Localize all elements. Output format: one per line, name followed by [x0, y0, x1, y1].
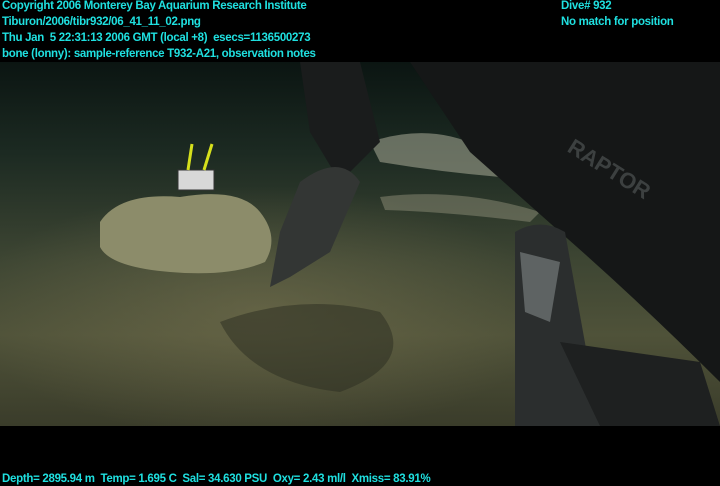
manipulator-arm	[300, 62, 380, 182]
dive-number: Dive# 932	[561, 0, 612, 12]
timestamp-line: Thu Jan 5 22:31:13 2006 GMT (local +8) e…	[2, 32, 311, 44]
marker-handle	[186, 143, 214, 171]
sample-marker	[177, 169, 215, 191]
metadata-top-left: Copyright 2006 Monterey Bay Aquarium Res…	[2, 0, 316, 62]
filename-line: Tiburon/2006/tibr932/06_41_11_02.png	[2, 16, 201, 28]
scene-illustration: RAPTOR	[100, 62, 720, 426]
position-status: No match for position	[561, 16, 674, 28]
annotation-line: bone (lonny): sample-reference T932-A21,…	[2, 48, 316, 60]
claw	[270, 167, 360, 287]
shadow	[220, 304, 394, 392]
copyright-line: Copyright 2006 Monterey Bay Aquarium Res…	[2, 0, 307, 12]
sediment-streak	[380, 194, 540, 222]
video-frame: RAPTOR Copyright 2006 Monterey Bay Aquar…	[0, 0, 720, 486]
seafloor-image: RAPTOR	[0, 62, 720, 426]
sensor-readout: Depth= 2895.94 m Temp= 1.695 C Sal= 34.6…	[2, 473, 431, 485]
rock	[100, 194, 272, 274]
metadata-top-right: Dive# 932 No match for position	[561, 0, 674, 30]
